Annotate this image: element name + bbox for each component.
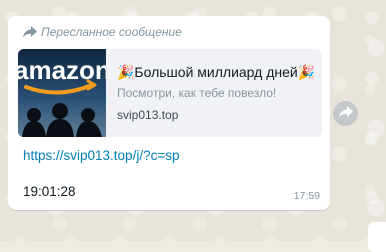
preview-thumbnail: amazon — [18, 49, 106, 137]
preview-description: Посмотри, как тебе повезло! — [117, 86, 277, 100]
link-preview[interactable]: amazon 🎉Большой миллиард дней🎉 Посмотри,… — [18, 49, 322, 137]
forwarded-label: Пересланное сообщение — [41, 25, 182, 39]
message-text: 19:01:28 — [23, 184, 76, 199]
message-link[interactable]: https://svip013.top/j/?c=sp — [23, 148, 179, 163]
forwarded-header: Пересланное сообщение — [23, 25, 182, 39]
preview-domain: svip013.top — [117, 108, 179, 122]
forwarded-arrow-icon — [23, 26, 37, 38]
next-message-bubble — [368, 222, 386, 252]
message-bubble[interactable]: Пересланное сообщение amazon 🎉Большой ми… — [8, 16, 330, 210]
share-arrow-icon — [338, 105, 353, 123]
preview-title: 🎉Большой миллиард дней🎉 — [117, 64, 316, 80]
share-button[interactable] — [333, 101, 358, 126]
message-time: 17:59 — [293, 190, 320, 202]
thumbnail-logo-text: amazon — [18, 55, 106, 85]
